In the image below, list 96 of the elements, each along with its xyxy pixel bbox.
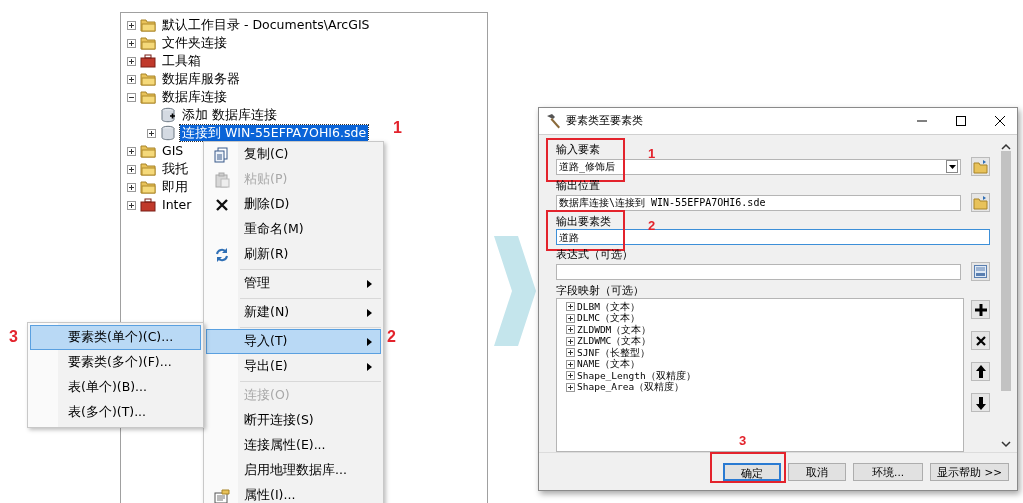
tree-item[interactable]: 工具箱 — [160, 53, 203, 69]
expander-icon[interactable] — [127, 164, 136, 174]
field-label: 表达式（可选） — [556, 248, 633, 261]
scroll-up-icon — [1001, 143, 1011, 151]
field-label: 输出要素类 — [556, 215, 611, 228]
dialog-button[interactable]: 显示帮助 >> — [930, 462, 1009, 481]
maximize-icon — [954, 115, 968, 127]
input-field[interactable]: 数据库连接\连接到 WIN-55EFPA7OHI6.sde — [556, 194, 961, 211]
properties-icon — [214, 487, 230, 503]
menu-item[interactable]: 导出(E) — [206, 354, 381, 379]
menu-item[interactable]: 删除(D) — [206, 192, 381, 217]
menu-item[interactable]: 刷新(R) — [206, 242, 381, 267]
remove-button[interactable] — [971, 331, 990, 350]
expander-icon[interactable] — [127, 56, 136, 66]
menu-item[interactable]: 表(单个)(B)... — [30, 375, 201, 400]
expander-icon[interactable] — [127, 74, 136, 84]
dialog-button[interactable]: 环境... — [853, 462, 924, 481]
expander-icon[interactable] — [127, 182, 136, 192]
menu-item[interactable]: 属性(I)... — [206, 483, 381, 503]
copy-icon — [214, 146, 230, 163]
expander-icon[interactable] — [127, 200, 136, 210]
expander-icon[interactable] — [566, 313, 575, 323]
folder-icon — [140, 179, 156, 195]
dropdown-field[interactable]: 道路_修饰后 — [556, 158, 961, 175]
sql-icon — [974, 265, 987, 278]
toolbox-icon — [140, 197, 156, 213]
tree-item[interactable]: 默认工作目录 - Documents\ArcGIS — [160, 17, 372, 33]
menu-item[interactable]: 要素类(单个)(C)... — [30, 325, 201, 350]
menu-item[interactable]: 导入(T) — [206, 329, 381, 354]
tree-item[interactable]: 即用 — [160, 179, 190, 195]
field-item[interactable]: NAME（文本） — [577, 357, 640, 372]
expander-icon[interactable] — [566, 359, 575, 369]
step-number: 2 — [387, 329, 396, 345]
menu-item[interactable]: 启用地理数据库... — [206, 458, 381, 483]
expander-icon[interactable] — [566, 325, 575, 335]
menu-item[interactable]: 管理 — [206, 271, 381, 296]
tree-item[interactable]: 数据库连接 — [160, 89, 229, 105]
folder-icon — [140, 71, 156, 87]
step-number: 3 — [739, 434, 747, 447]
step-number: 1 — [648, 147, 656, 160]
step-number: 3 — [9, 329, 18, 345]
window-title: 要素类至要素类 — [566, 112, 644, 129]
delete-icon — [214, 196, 230, 213]
menu-item[interactable]: 复制(C) — [206, 142, 381, 167]
add-database-icon — [160, 107, 176, 123]
expander-icon[interactable] — [566, 336, 575, 346]
menu-item[interactable]: 要素类(多个)(F)... — [30, 350, 201, 375]
clipboard-icon — [214, 171, 230, 188]
move-down-button[interactable] — [971, 393, 990, 412]
folder-icon — [140, 89, 156, 105]
folder-icon — [140, 35, 156, 51]
tree-item[interactable]: 添加 数据库连接 — [180, 107, 279, 123]
tree-item[interactable]: 数据库服务器 — [160, 71, 242, 87]
expander-icon[interactable] — [566, 348, 575, 358]
field-label: 输出位置 — [556, 179, 600, 192]
expander-icon[interactable] — [127, 146, 136, 156]
add-button[interactable] — [971, 300, 990, 319]
input-field[interactable] — [556, 263, 961, 280]
expander-icon[interactable] — [127, 92, 136, 102]
dialog-button[interactable]: 取消 — [788, 462, 847, 481]
field-label: 输入要素 — [556, 143, 600, 156]
hammer-icon — [545, 113, 561, 129]
dropdown-arrow-icon — [948, 164, 956, 169]
scroll-down-icon — [1001, 440, 1011, 448]
toolbox-icon — [140, 53, 156, 69]
expander-icon[interactable] — [127, 20, 136, 30]
folder-icon — [140, 143, 156, 159]
field-label: 字段映射（可选） — [556, 284, 644, 297]
close-icon — [993, 115, 1007, 127]
tree-item[interactable]: 我托 — [160, 161, 190, 177]
tree-item[interactable]: 连接到 WIN-55EFPA7OHI6.sde — [180, 125, 369, 141]
folder-icon — [140, 161, 156, 177]
move-up-button[interactable] — [971, 362, 990, 381]
expander-icon[interactable] — [127, 38, 136, 48]
expander-icon[interactable] — [566, 382, 575, 392]
database-icon — [160, 125, 176, 141]
tree-item[interactable]: GIS — [160, 143, 186, 159]
step-number: 1 — [393, 120, 402, 136]
folder-icon — [140, 17, 156, 33]
menu-item[interactable]: 断开连接(S) — [206, 408, 381, 433]
menu-item[interactable]: 新建(N) — [206, 300, 381, 325]
menu-item[interactable]: 连接属性(E)... — [206, 433, 381, 458]
refresh-icon — [214, 246, 230, 263]
menu-item[interactable]: 表(多个)(T)... — [30, 400, 201, 425]
tree-item[interactable]: Inter — [160, 197, 194, 213]
tree-item[interactable]: 文件夹连接 — [160, 35, 229, 51]
sql-button[interactable] — [971, 262, 990, 281]
expander-icon[interactable] — [147, 128, 156, 138]
menu-item[interactable]: 重命名(M) — [206, 217, 381, 242]
dialog-button[interactable]: 确定 — [723, 462, 782, 481]
expander-icon[interactable] — [566, 302, 575, 312]
input-field[interactable]: 道路 — [556, 229, 990, 245]
expander-icon[interactable] — [566, 371, 575, 381]
field-item[interactable]: Shape_Area（双精度） — [577, 380, 685, 395]
scrollbar[interactable] — [999, 143, 1013, 448]
field-item[interactable]: DLBM（文本） — [577, 299, 640, 314]
